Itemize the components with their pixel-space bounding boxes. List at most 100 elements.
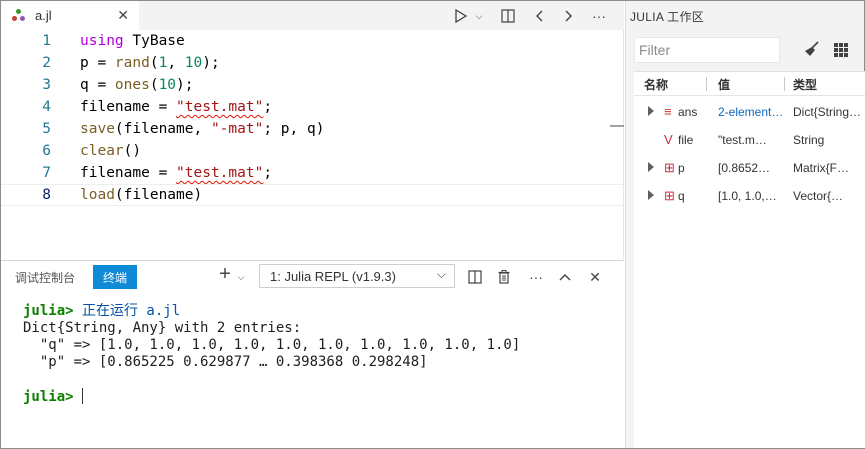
variable-type: Matrix{F… bbox=[793, 161, 850, 175]
repl-prompt: julia> bbox=[23, 389, 74, 405]
running-message: 正在运行 a.jl bbox=[73, 303, 181, 319]
panel-tabbar: 调试控制台 终端 + ⌵ 1: Julia REPL (v1.9.3) ⌵ ··… bbox=[1, 261, 624, 290]
workspace-table: 名称 值 类型 ≡ ans 2-element… Dict{String… V … bbox=[634, 71, 865, 448]
variable-name: ans bbox=[678, 105, 698, 119]
terminal-line: Dict{String, Any} with 2 entries: bbox=[23, 320, 302, 336]
code-text: (filename, bbox=[114, 121, 211, 137]
go-forward-icon[interactable] bbox=[561, 6, 577, 26]
string-token: "test.mat" bbox=[176, 165, 264, 181]
column-header-name[interactable]: 名称 bbox=[644, 76, 668, 93]
trash-icon[interactable] bbox=[495, 267, 513, 287]
tab-label: a.jl bbox=[35, 8, 52, 23]
split-editor-icon[interactable] bbox=[499, 6, 517, 26]
chevron-right-icon[interactable] bbox=[648, 106, 654, 116]
editor-pane: a.jl ✕ ⌵ ··· 1 using TyBase 2 p = rand (1… bbox=[1, 1, 624, 259]
chevron-right-icon[interactable] bbox=[648, 190, 654, 200]
table-header: 名称 值 类型 bbox=[634, 72, 865, 96]
chevron-down-icon[interactable]: ⌵ bbox=[235, 267, 247, 287]
number-token: 1 bbox=[158, 55, 168, 71]
code-line: 1 using TyBase bbox=[1, 30, 624, 52]
code-line: 4 filename = "test.mat"; bbox=[1, 96, 624, 118]
variable-type: Vector{… bbox=[793, 189, 844, 203]
code-text: p = bbox=[80, 55, 115, 71]
terminal-line: "q" => [1.0, 1.0, 1.0, 1.0, 1.0, 1.0, 1.… bbox=[23, 337, 521, 353]
tab-debug-console[interactable]: 调试控制台 bbox=[5, 265, 85, 289]
line-number: 1 bbox=[42, 33, 51, 49]
variable-value: "test.m… bbox=[718, 133, 767, 147]
julia-file-icon bbox=[11, 8, 27, 24]
variable-icon: V bbox=[664, 132, 673, 147]
chevron-right-icon[interactable] bbox=[648, 162, 654, 172]
line-number: 6 bbox=[42, 143, 51, 159]
variable-type: Dict{String… bbox=[793, 105, 862, 119]
terminal-panel: 调试控制台 终端 + ⌵ 1: Julia REPL (v1.9.3) ⌵ ··… bbox=[1, 260, 624, 448]
matrix-icon: ⊞ bbox=[664, 188, 675, 203]
matrix-icon: ⊞ bbox=[664, 160, 675, 175]
more-actions-icon[interactable]: ··· bbox=[589, 6, 609, 26]
table-row[interactable]: V file "test.m… String bbox=[634, 126, 865, 154]
code-text: () bbox=[123, 143, 142, 159]
more-actions-icon[interactable]: ··· bbox=[526, 267, 546, 287]
keyword-token: using bbox=[80, 33, 124, 49]
line-number: 3 bbox=[42, 77, 51, 93]
function-token: load bbox=[80, 187, 115, 203]
code-text: ); bbox=[176, 77, 194, 93]
variable-name: q bbox=[678, 189, 685, 203]
code-text: filename = bbox=[80, 99, 177, 115]
code-text: ); bbox=[202, 55, 220, 71]
chevron-down-icon[interactable]: ⌵ bbox=[473, 6, 485, 26]
table-row[interactable]: ≡ ans 2-element… Dict{String… bbox=[634, 98, 865, 126]
terminal-output[interactable]: julia> 正在运行 a.jl Dict{String, Any} with … bbox=[23, 303, 520, 406]
terminal-select[interactable]: 1: Julia REPL (v1.9.3) ⌵ bbox=[259, 264, 455, 288]
run-icon[interactable] bbox=[453, 6, 469, 26]
code-text: TyBase bbox=[123, 33, 185, 49]
function-token: clear bbox=[80, 143, 124, 159]
code-text: (filename) bbox=[114, 187, 203, 203]
filter-input[interactable]: Filter bbox=[634, 37, 780, 63]
grid-view-icon[interactable] bbox=[834, 43, 848, 57]
line-number: 2 bbox=[42, 55, 51, 71]
terminal-select-value: 1: Julia REPL (v1.9.3) bbox=[270, 268, 396, 284]
code-line: 7 filename = "test.mat"; bbox=[1, 162, 624, 184]
variable-value[interactable]: 2-element… bbox=[718, 105, 790, 119]
column-header-type[interactable]: 类型 bbox=[793, 76, 817, 93]
variable-type: String bbox=[793, 133, 825, 147]
close-icon[interactable]: ✕ bbox=[117, 7, 129, 24]
clear-workspace-icon[interactable] bbox=[804, 41, 820, 62]
variable-value: [1.0, 1.0,… bbox=[718, 189, 777, 203]
function-token: rand bbox=[114, 55, 150, 71]
tab-terminal[interactable]: 终端 bbox=[93, 265, 138, 289]
code-line: 6 clear() bbox=[1, 140, 624, 162]
scrollbar-marker bbox=[610, 125, 624, 127]
code-text: ( bbox=[149, 77, 159, 93]
column-resizer[interactable] bbox=[706, 77, 707, 91]
repl-prompt: julia> bbox=[23, 303, 74, 319]
maximize-panel-icon[interactable] bbox=[557, 267, 573, 287]
number-token: 10 bbox=[158, 77, 177, 93]
table-row[interactable]: ⊞ q [1.0, 1.0,… Vector{… bbox=[634, 182, 865, 210]
code-text: ; bbox=[263, 165, 273, 181]
editor-tabbar: a.jl ✕ ⌵ ··· bbox=[1, 1, 624, 30]
sidebar-title: JULIA 工作区 bbox=[630, 10, 705, 24]
code-line-current: 8 load(filename) bbox=[1, 184, 624, 206]
close-panel-icon[interactable]: ✕ bbox=[587, 267, 603, 287]
go-back-icon[interactable] bbox=[531, 6, 547, 26]
new-terminal-button[interactable]: + bbox=[215, 263, 235, 285]
function-token: ones bbox=[114, 77, 150, 93]
code-text: filename = bbox=[80, 165, 177, 181]
split-terminal-icon[interactable] bbox=[466, 267, 484, 287]
column-resizer[interactable] bbox=[784, 77, 785, 91]
text-cursor bbox=[82, 388, 84, 404]
code-editor[interactable]: 1 using TyBase 2 p = rand (1, 10); 3 q = … bbox=[1, 30, 624, 259]
editor-tab-a-jl[interactable]: a.jl ✕ bbox=[1, 1, 139, 30]
table-row[interactable]: ⊞ p [0.8652… Matrix{F… bbox=[634, 154, 865, 182]
code-line: 3 q = ones(10); bbox=[1, 74, 624, 96]
editor-scrollbar-track[interactable] bbox=[623, 30, 624, 259]
column-header-value[interactable]: 值 bbox=[718, 76, 730, 93]
list-icon: ≡ bbox=[664, 104, 672, 119]
julia-workspace-sidebar: JULIA 工作区 Filter 名称 值 类型 ≡ ans 2-element… bbox=[625, 1, 865, 448]
code-text: , bbox=[167, 55, 185, 71]
string-token: "-mat" bbox=[210, 121, 264, 137]
line-number: 5 bbox=[42, 121, 51, 137]
code-line: 5 save(filename, "-mat"; p, q) bbox=[1, 118, 624, 140]
